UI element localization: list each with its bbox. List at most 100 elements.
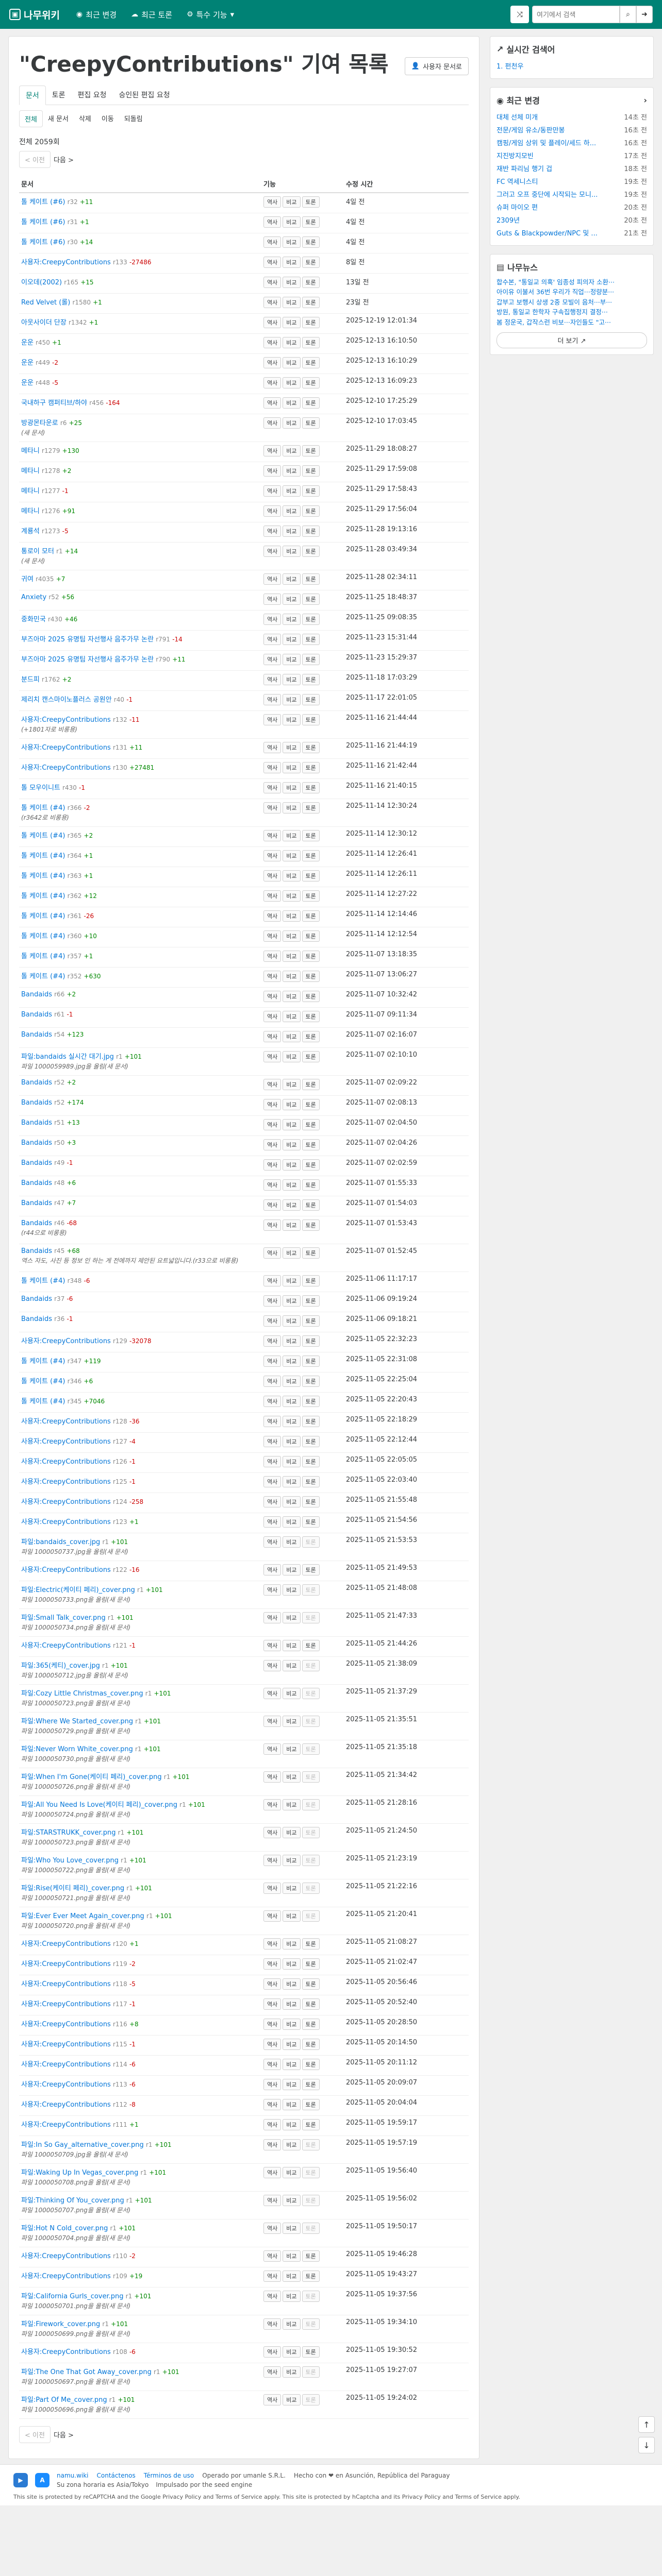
- discuss-button[interactable]: 토론: [302, 445, 320, 456]
- history-button[interactable]: 역사: [263, 2078, 282, 2090]
- discuss-button[interactable]: 토론: [302, 336, 320, 348]
- history-button[interactable]: 역사: [263, 1098, 282, 1110]
- doc-link[interactable]: 톨 케이트 (#6): [21, 218, 65, 226]
- history-button[interactable]: 역사: [263, 2250, 282, 2262]
- nav-recent-changes[interactable]: ◉ 최근 변경: [69, 0, 124, 29]
- history-button[interactable]: 역사: [263, 1715, 282, 1727]
- doc-link[interactable]: 파일:California Gurls_cover.png: [21, 2293, 124, 2300]
- recent-change-link[interactable]: 전문/게임 유소/동판만봉: [496, 125, 565, 134]
- history-button[interactable]: 역사: [263, 1958, 282, 1970]
- discuss-button[interactable]: 토론: [302, 714, 320, 725]
- doc-link[interactable]: 파일:Cozy Little Christmas_cover.png: [21, 1690, 143, 1698]
- discuss-button[interactable]: 토론: [302, 296, 320, 308]
- doc-link[interactable]: 메타니: [21, 467, 40, 475]
- doc-link[interactable]: 사용자:CreepyContributions: [21, 1438, 111, 1446]
- doc-link[interactable]: 사용자:CreepyContributions: [21, 1980, 111, 1988]
- doc-link[interactable]: Bandaids: [21, 1219, 52, 1227]
- doc-link[interactable]: 사용자:CreepyContributions: [21, 716, 111, 724]
- compare-button[interactable]: 비교: [283, 1516, 301, 1528]
- compare-button[interactable]: 비교: [283, 1584, 301, 1596]
- discuss-button[interactable]: 토론: [302, 1659, 320, 1671]
- compare-button[interactable]: 비교: [283, 2290, 301, 2302]
- next-button[interactable]: 다음 >: [54, 2430, 74, 2439]
- search-button[interactable]: ⌕: [620, 6, 636, 23]
- doc-link[interactable]: 톨 케이트 (#6): [21, 198, 65, 206]
- doc-link[interactable]: Bandaids: [21, 1247, 52, 1255]
- history-button[interactable]: 역사: [263, 1247, 282, 1259]
- filter-delete[interactable]: 삭제: [74, 110, 96, 127]
- go-button[interactable]: ➜: [636, 6, 653, 23]
- doc-link[interactable]: 메타니: [21, 507, 40, 515]
- doc-link[interactable]: 통로이 모터: [21, 548, 54, 555]
- doc-link[interactable]: 파일:Electric(케이티 페리)_cover.png: [21, 1586, 135, 1594]
- compare-button[interactable]: 비교: [283, 1564, 301, 1575]
- compare-button[interactable]: 비교: [283, 910, 301, 922]
- history-button[interactable]: 역사: [263, 970, 282, 982]
- next-button[interactable]: 다음 >: [54, 155, 74, 164]
- doc-link[interactable]: Bandaids: [21, 1179, 52, 1187]
- discuss-button[interactable]: 토론: [302, 1118, 320, 1130]
- compare-button[interactable]: 비교: [283, 950, 301, 962]
- doc-link[interactable]: 사용자:CreepyContributions: [21, 1960, 111, 1968]
- doc-link[interactable]: 톨 케이트 (#4): [21, 953, 65, 960]
- doc-link[interactable]: 사용자:CreepyContributions: [21, 1337, 111, 1345]
- discuss-button[interactable]: 토론: [302, 1315, 320, 1327]
- doc-link[interactable]: 사용자:CreepyContributions: [21, 764, 111, 772]
- history-button[interactable]: 역사: [263, 1536, 282, 1548]
- doc-link[interactable]: 파일:Small Talk_cover.png: [21, 1614, 106, 1622]
- history-button[interactable]: 역사: [263, 1771, 282, 1783]
- history-button[interactable]: 역사: [263, 1910, 282, 1922]
- history-button[interactable]: 역사: [263, 525, 282, 537]
- recent-change-item[interactable]: 지진방지모빈 17초 전: [496, 149, 647, 162]
- doc-link[interactable]: 톨 케이트 (#4): [21, 933, 65, 940]
- history-button[interactable]: 역사: [263, 1078, 282, 1090]
- discuss-button[interactable]: 토론: [302, 850, 320, 861]
- compare-button[interactable]: 비교: [283, 761, 301, 773]
- history-button[interactable]: 역사: [263, 1826, 282, 1838]
- history-button[interactable]: 역사: [263, 485, 282, 497]
- footer-link[interactable]: Términos de uso: [144, 2472, 194, 2479]
- history-button[interactable]: 역사: [263, 1476, 282, 1487]
- history-button[interactable]: 역사: [263, 633, 282, 645]
- history-button[interactable]: 역사: [263, 2098, 282, 2110]
- compare-button[interactable]: 비교: [283, 465, 301, 477]
- history-button[interactable]: 역사: [263, 545, 282, 557]
- discuss-button[interactable]: 토론: [302, 2194, 320, 2206]
- history-button[interactable]: 역사: [263, 1295, 282, 1307]
- history-button[interactable]: 역사: [263, 890, 282, 902]
- app-store-icon[interactable]: ▶: [13, 2472, 28, 2487]
- discuss-button[interactable]: 토론: [302, 613, 320, 625]
- discuss-button[interactable]: 토론: [302, 2222, 320, 2234]
- news-link[interactable]: 합수본, "통일교 의혹' 임종성 피의자 소환···: [496, 278, 615, 286]
- compare-button[interactable]: 비교: [283, 336, 301, 348]
- compare-button[interactable]: 비교: [283, 397, 301, 409]
- discuss-button[interactable]: 토론: [302, 782, 320, 793]
- doc-link[interactable]: Bandaids: [21, 1119, 52, 1127]
- history-button[interactable]: 역사: [263, 216, 282, 228]
- discuss-button[interactable]: 토론: [302, 2318, 320, 2330]
- history-button[interactable]: 역사: [263, 573, 282, 585]
- discuss-button[interactable]: 토론: [302, 1476, 320, 1487]
- history-button[interactable]: 역사: [263, 1415, 282, 1427]
- discuss-button[interactable]: 토론: [302, 236, 320, 248]
- discuss-button[interactable]: 토론: [302, 761, 320, 773]
- doc-link[interactable]: Bandaids: [21, 1159, 52, 1167]
- history-button[interactable]: 역사: [263, 445, 282, 456]
- compare-button[interactable]: 비교: [283, 256, 301, 268]
- doc-link[interactable]: Bandaids: [21, 1139, 52, 1147]
- news-item[interactable]: 갑부고 보행시 상생 2중 모빌이 음처···부···: [496, 297, 647, 307]
- discuss-button[interactable]: 토론: [302, 1584, 320, 1596]
- compare-button[interactable]: 비교: [283, 1435, 301, 1447]
- discuss-button[interactable]: 토론: [302, 693, 320, 705]
- doc-link[interactable]: 사용자:CreepyContributions: [21, 2121, 111, 2129]
- doc-link[interactable]: 파일:Who You Love_cover.png: [21, 1857, 119, 1865]
- history-button[interactable]: 역사: [263, 2194, 282, 2206]
- discuss-button[interactable]: 토론: [302, 1938, 320, 1950]
- compare-button[interactable]: 비교: [283, 2250, 301, 2262]
- history-button[interactable]: 역사: [263, 1219, 282, 1231]
- discuss-button[interactable]: 토론: [302, 357, 320, 368]
- doc-link[interactable]: 파일:Hot N Cold_cover.png: [21, 2225, 108, 2232]
- compare-button[interactable]: 비교: [283, 417, 301, 429]
- doc-link[interactable]: 파일:All You Need Is Love(케이티 페리)_cover.pn…: [21, 1801, 177, 1809]
- history-button[interactable]: 역사: [263, 2038, 282, 2050]
